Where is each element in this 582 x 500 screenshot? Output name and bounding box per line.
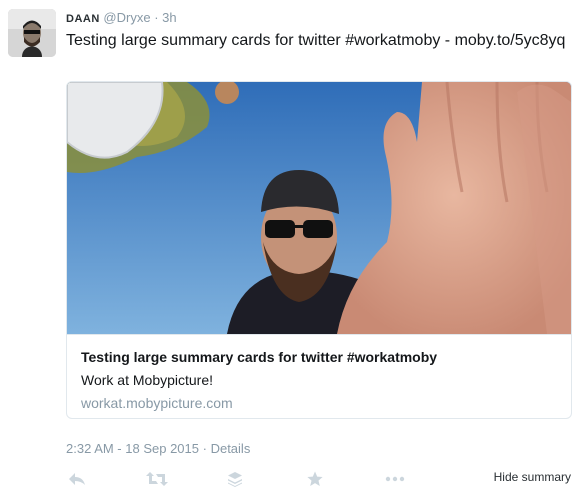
header-separator: · bbox=[154, 10, 159, 25]
reply-icon[interactable] bbox=[66, 468, 88, 490]
tweet-meta: 2:32 AM - 18 Sep 2015 · Details bbox=[66, 441, 250, 456]
tweet-header: DAAN @Dryxe · 3h bbox=[66, 10, 177, 27]
author-name[interactable]: DAAN bbox=[66, 13, 100, 25]
author-handle[interactable]: @Dryxe bbox=[103, 10, 150, 25]
avatar[interactable] bbox=[8, 9, 56, 57]
card-image[interactable] bbox=[67, 82, 571, 334]
favorite-icon[interactable] bbox=[304, 468, 326, 490]
card-domain[interactable]: workat.mobypicture.com bbox=[81, 395, 233, 411]
meta-separator: · bbox=[202, 441, 207, 456]
buffer-icon[interactable] bbox=[224, 468, 246, 490]
card-description: Work at Mobypicture! bbox=[81, 372, 214, 388]
hide-summary-link[interactable]: Hide summary bbox=[494, 470, 571, 484]
details-link[interactable]: Details bbox=[211, 441, 251, 456]
retweet-icon[interactable] bbox=[146, 468, 168, 490]
card-body[interactable]: Testing large summary cards for twitter … bbox=[67, 334, 571, 418]
tweet-text: Testing large summary cards for twitter … bbox=[66, 32, 566, 49]
summary-card[interactable]: Testing large summary cards for twitter … bbox=[66, 81, 572, 419]
card-title[interactable]: Testing large summary cards for twitter … bbox=[81, 349, 437, 365]
tweet-time[interactable]: 3h bbox=[162, 10, 176, 25]
more-icon[interactable] bbox=[384, 468, 406, 490]
tweet-timestamp[interactable]: 2:32 AM - 18 Sep 2015 bbox=[66, 441, 199, 456]
